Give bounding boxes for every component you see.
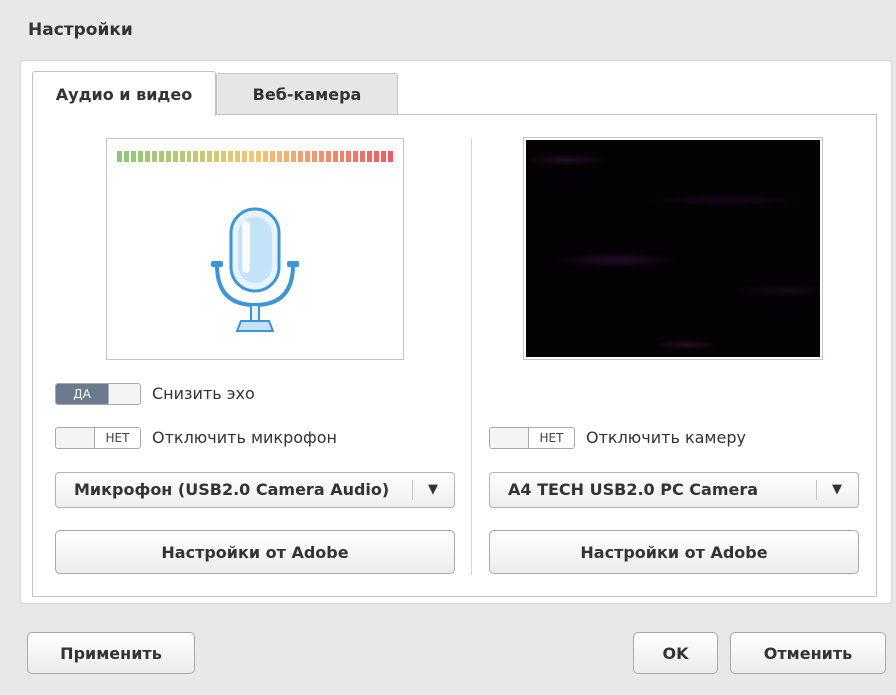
level-segment	[151, 151, 157, 162]
level-segment	[228, 151, 234, 162]
echo-label: Снизить эхо	[152, 384, 255, 403]
level-segment	[381, 151, 387, 162]
level-segment	[332, 151, 338, 162]
microphone-select[interactable]: Микрофон (USB2.0 Camera Audio) ▼	[55, 472, 455, 508]
level-segment	[374, 151, 380, 162]
camera-feed	[526, 140, 820, 357]
level-segment	[290, 151, 296, 162]
level-segment	[283, 151, 289, 162]
microphone-select-value: Микрофон (USB2.0 Camera Audio)	[74, 480, 390, 499]
microphone-preview	[106, 138, 404, 360]
echo-toggle-text: ДА	[56, 384, 108, 404]
select-separator	[412, 480, 413, 500]
level-segment	[339, 151, 345, 162]
camera-preview	[523, 137, 823, 360]
mic-adobe-settings-button[interactable]: Настройки от Adobe	[55, 530, 455, 574]
level-segment	[214, 151, 220, 162]
level-segment	[130, 151, 136, 162]
level-segment	[123, 151, 129, 162]
tab-audio-video[interactable]: Аудио и видео	[32, 71, 216, 116]
microphone-icon	[211, 207, 299, 332]
level-segment	[360, 151, 366, 162]
echo-toggle[interactable]: ДА	[55, 383, 141, 405]
level-segment	[249, 151, 255, 162]
camera-select-value: A4 TECH USB2.0 PC Camera	[508, 480, 759, 499]
toggle-knob	[108, 384, 140, 404]
chevron-down-icon: ▼	[428, 482, 438, 497]
level-segment	[165, 151, 171, 162]
level-segment	[353, 151, 359, 162]
level-segment	[144, 151, 150, 162]
column-divider	[471, 138, 472, 575]
level-segment	[242, 151, 248, 162]
level-segment	[276, 151, 282, 162]
camera-adobe-settings-button[interactable]: Настройки от Adobe	[489, 530, 859, 574]
select-separator	[816, 480, 817, 500]
apply-button[interactable]: Применить	[27, 632, 195, 674]
cancel-button[interactable]: Отменить	[730, 632, 886, 674]
camera-mute-label: Отключить камеру	[586, 428, 746, 447]
level-segment	[346, 151, 352, 162]
level-segment	[367, 151, 373, 162]
mic-mute-toggle[interactable]: НЕТ	[55, 427, 141, 449]
mic-mute-toggle-text: НЕТ	[94, 428, 140, 448]
toggle-knob	[490, 428, 530, 448]
level-segment	[263, 151, 268, 162]
level-segment	[256, 151, 262, 162]
level-segment	[311, 151, 317, 162]
level-segment	[193, 151, 199, 162]
level-segment	[172, 151, 178, 162]
level-segment	[186, 151, 192, 162]
level-segment	[325, 151, 331, 162]
level-segment	[269, 151, 275, 162]
level-segment	[158, 151, 164, 162]
level-segment	[388, 151, 394, 162]
toggle-knob	[56, 428, 96, 448]
tab-webcam[interactable]: Веб-камера	[216, 73, 398, 115]
mic-mute-label: Отключить микрофон	[152, 428, 337, 447]
camera-mute-toggle[interactable]: НЕТ	[489, 427, 575, 449]
level-segment	[221, 151, 227, 162]
level-segment	[179, 151, 185, 162]
chevron-down-icon: ▼	[832, 482, 842, 497]
level-segment	[207, 151, 213, 162]
mic-level-meter	[117, 151, 394, 162]
level-segment	[235, 151, 241, 162]
dialog-title: Настройки	[28, 20, 133, 40]
level-segment	[318, 151, 324, 162]
level-segment	[117, 151, 122, 162]
ok-button[interactable]: OK	[633, 632, 718, 674]
camera-select[interactable]: A4 TECH USB2.0 PC Camera ▼	[489, 472, 859, 508]
level-segment	[137, 151, 143, 162]
camera-mute-toggle-text: НЕТ	[528, 428, 574, 448]
level-segment	[200, 151, 206, 162]
level-segment	[304, 151, 310, 162]
level-segment	[297, 151, 303, 162]
